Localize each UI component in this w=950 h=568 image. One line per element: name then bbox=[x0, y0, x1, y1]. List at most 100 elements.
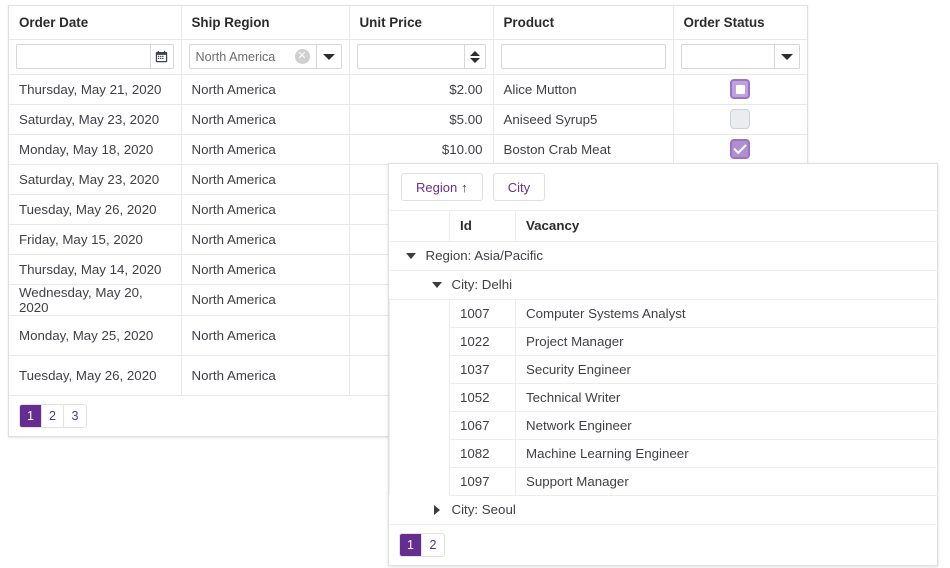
order-date-input[interactable] bbox=[16, 44, 150, 69]
table-row[interactable]: 1007Computer Systems Analyst bbox=[390, 299, 938, 327]
filter-cell-product bbox=[493, 39, 673, 74]
order-status-dropdown-button[interactable] bbox=[774, 44, 800, 69]
table-row[interactable]: 1082Machine Learning Engineer bbox=[390, 439, 938, 467]
calendar-icon[interactable] bbox=[150, 44, 174, 69]
table-row[interactable]: 1022Project Manager bbox=[390, 327, 938, 355]
vacancy-pager[interactable]: 12 bbox=[399, 533, 445, 557]
cell-indent bbox=[390, 355, 450, 383]
ship-region-combobox[interactable]: North America ✕ bbox=[189, 44, 342, 69]
table-row[interactable]: 1037Security Engineer bbox=[390, 355, 938, 383]
cell-indent bbox=[390, 327, 450, 355]
cell-indent bbox=[390, 411, 450, 439]
ship-region-input[interactable]: North America ✕ bbox=[189, 44, 316, 69]
table-row[interactable]: 1067Network Engineer bbox=[390, 411, 938, 439]
orders-page-3[interactable]: 3 bbox=[64, 405, 86, 427]
triangle-right-icon[interactable] bbox=[426, 505, 448, 515]
group-by-panel: Region↑ City bbox=[389, 164, 937, 211]
column-header-ship-region[interactable]: Ship Region bbox=[181, 6, 349, 39]
vacancy-pager-bar: 12 bbox=[389, 525, 937, 565]
group-chip-region[interactable]: Region↑ bbox=[401, 173, 483, 201]
triangle-down-icon[interactable] bbox=[400, 253, 422, 259]
status-checkbox-indeterminate[interactable] bbox=[730, 79, 750, 99]
column-header-product[interactable]: Product bbox=[493, 6, 673, 39]
vacancy-page-2[interactable]: 2 bbox=[422, 534, 444, 556]
cell-id: 1037 bbox=[450, 355, 516, 383]
triangle-down-icon-glyph bbox=[406, 253, 416, 259]
group-chip-label: City bbox=[508, 180, 530, 195]
clear-circle-icon[interactable]: ✕ bbox=[295, 49, 310, 64]
caret-down-icon[interactable] bbox=[470, 58, 480, 63]
orders-pager[interactable]: 123 bbox=[19, 404, 87, 428]
product-input[interactable] bbox=[501, 44, 666, 69]
cell-order-date: Thursday, May 14, 2020 bbox=[9, 254, 181, 284]
vacancy-table-head: Id Vacancy bbox=[390, 211, 938, 241]
cell-ship-region: North America bbox=[181, 164, 349, 194]
orders-filter-row: North America ✕ bbox=[9, 39, 807, 74]
cell-order-date: Tuesday, May 26, 2020 bbox=[9, 194, 181, 224]
column-header-vacancy[interactable]: Vacancy bbox=[516, 211, 938, 241]
column-header-unit-price[interactable]: Unit Price bbox=[349, 6, 493, 39]
ship-region-dropdown-button[interactable] bbox=[316, 44, 342, 69]
vacancy-page-1[interactable]: 1 bbox=[400, 534, 422, 556]
cell-order-status bbox=[673, 134, 807, 164]
column-header-expander bbox=[390, 211, 450, 241]
cell-ship-region: North America bbox=[181, 134, 349, 164]
cell-order-date: Monday, May 18, 2020 bbox=[9, 134, 181, 164]
cell-indent bbox=[390, 439, 450, 467]
orders-page-2[interactable]: 2 bbox=[42, 405, 64, 427]
calendar-glyph bbox=[155, 50, 168, 63]
cell-indent bbox=[390, 383, 450, 411]
filter-cell-unit-price bbox=[349, 39, 493, 74]
group-label: Region: Asia/Pacific bbox=[422, 248, 544, 263]
group-row-city-delhi[interactable]: City: Delhi bbox=[390, 270, 938, 299]
vacancy-table-body: Region: Asia/Pacific City: Delhi 1007Compu… bbox=[390, 241, 938, 524]
table-row[interactable]: Thursday, May 21, 2020North America$2.00… bbox=[9, 74, 807, 104]
cell-ship-region: North America bbox=[181, 194, 349, 224]
filter-cell-order-status bbox=[673, 39, 807, 74]
cell-order-date: Tuesday, May 26, 2020 bbox=[9, 355, 181, 395]
status-checkbox-unchecked[interactable] bbox=[730, 109, 750, 129]
cell-vacancy: Project Manager bbox=[516, 327, 938, 355]
group-label: City: Delhi bbox=[448, 277, 513, 292]
triangle-down-icon[interactable] bbox=[426, 282, 448, 288]
order-status-combobox[interactable] bbox=[681, 44, 801, 69]
orders-page-1[interactable]: 1 bbox=[20, 405, 42, 427]
caret-up-icon[interactable] bbox=[470, 51, 480, 56]
group-row-city-seoul[interactable]: City: Seoul bbox=[390, 495, 938, 524]
unit-price-numeric-input[interactable] bbox=[357, 44, 486, 69]
group-label: City: Seoul bbox=[448, 502, 516, 517]
group-cell: City: Delhi bbox=[390, 270, 938, 299]
vacancy-grid: Region↑ City Id Vacancy Region: Asia/Paci… bbox=[388, 163, 938, 566]
order-status-input[interactable] bbox=[681, 44, 775, 69]
cell-ship-region: North America bbox=[181, 284, 349, 315]
table-row[interactable]: Saturday, May 23, 2020North America$5.00… bbox=[9, 104, 807, 134]
cell-vacancy: Technical Writer bbox=[516, 383, 938, 411]
cell-id: 1022 bbox=[450, 327, 516, 355]
column-header-id[interactable]: Id bbox=[450, 211, 516, 241]
column-header-order-status[interactable]: Order Status bbox=[673, 6, 807, 39]
cell-id: 1007 bbox=[450, 299, 516, 327]
column-header-order-date[interactable]: Order Date bbox=[9, 6, 181, 39]
table-row[interactable]: Monday, May 18, 2020North America$10.00B… bbox=[9, 134, 807, 164]
status-checkbox-checked[interactable] bbox=[730, 139, 750, 159]
group-chip-city[interactable]: City bbox=[493, 173, 545, 201]
chevron-down-icon bbox=[323, 54, 335, 60]
cell-product: Aniseed Syrup5 bbox=[493, 104, 673, 134]
table-row[interactable]: 1052Technical Writer bbox=[390, 383, 938, 411]
cell-ship-region: North America bbox=[181, 315, 349, 355]
unit-price-spinner[interactable] bbox=[464, 44, 486, 69]
cell-ship-region: North America bbox=[181, 74, 349, 104]
cell-unit-price: $5.00 bbox=[349, 104, 493, 134]
cell-vacancy: Support Manager bbox=[516, 467, 938, 495]
cell-order-date: Monday, May 25, 2020 bbox=[9, 315, 181, 355]
cell-order-date: Friday, May 15, 2020 bbox=[9, 224, 181, 254]
cell-ship-region: North America bbox=[181, 104, 349, 134]
triangle-down-icon-glyph bbox=[432, 282, 442, 288]
filter-cell-order-date bbox=[9, 39, 181, 74]
cell-id: 1052 bbox=[450, 383, 516, 411]
unit-price-input[interactable] bbox=[357, 44, 464, 69]
cell-order-date: Saturday, May 23, 2020 bbox=[9, 104, 181, 134]
table-row[interactable]: 1097Support Manager bbox=[390, 467, 938, 495]
group-row-region[interactable]: Region: Asia/Pacific bbox=[390, 241, 938, 270]
order-date-datepicker[interactable] bbox=[16, 44, 174, 69]
